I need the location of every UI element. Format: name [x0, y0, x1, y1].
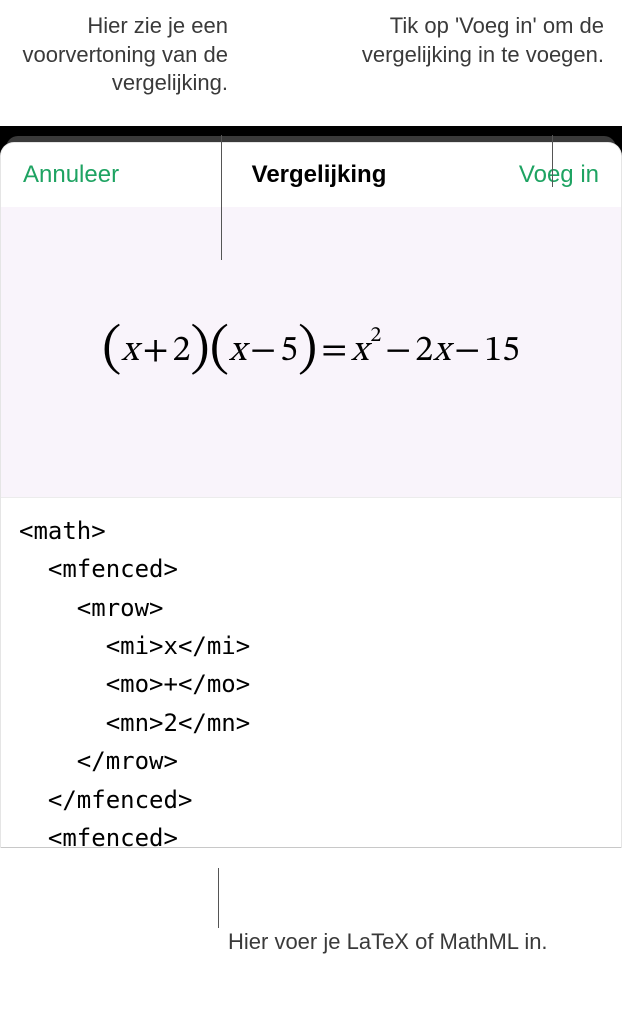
- paren-close-2: ): [298, 316, 317, 384]
- callout-line-preview: [221, 135, 222, 260]
- paren-close-1: ): [190, 316, 209, 384]
- term-x-1: x: [121, 329, 138, 374]
- equation-sheet: Annuleer Vergelijking Voeg in ( x + 2 ) …: [0, 142, 622, 848]
- equation-rendered: ( x + 2 ) ( x − 5 ) = x 2 − 2 x − 15: [102, 318, 520, 386]
- term-5: 5: [280, 329, 298, 374]
- op-minus-3: −: [454, 329, 480, 374]
- op-minus-1: −: [250, 329, 276, 374]
- paren-open-2: (: [210, 316, 229, 384]
- term-2: 2: [173, 329, 191, 374]
- op-plus: +: [143, 329, 169, 374]
- callout-input: Hier voer je LaTeX of MathML in.: [228, 928, 548, 957]
- paren-open-1: (: [102, 316, 121, 384]
- term-x-2: x: [229, 329, 246, 374]
- term-x-4: x: [433, 329, 450, 374]
- sheet-title: Vergelijking: [252, 161, 387, 189]
- callout-line-insert: [552, 135, 553, 187]
- cancel-button[interactable]: Annuleer: [23, 161, 119, 189]
- exponent-2: 2: [370, 322, 381, 350]
- device-frame: Annuleer Vergelijking Voeg in ( x + 2 ) …: [0, 126, 622, 848]
- callout-line-input: [218, 868, 219, 928]
- op-minus-2: −: [385, 329, 411, 374]
- callout-insert: Tik op 'Voeg in' om de vergelijking in t…: [324, 12, 604, 98]
- term-15: 15: [484, 329, 520, 374]
- op-equals: =: [321, 329, 347, 374]
- coef-2: 2: [415, 329, 433, 374]
- insert-button[interactable]: Voeg in: [519, 161, 599, 189]
- code-input[interactable]: <math> <mfenced> <mrow> <mi>x</mi> <mo>+…: [1, 497, 621, 847]
- divider: [1, 847, 621, 848]
- term-x-3: x: [351, 329, 368, 374]
- sheet-header: Annuleer Vergelijking Voeg in: [1, 143, 621, 207]
- equation-preview: ( x + 2 ) ( x − 5 ) = x 2 − 2 x − 15: [1, 207, 621, 497]
- callout-preview: Hier zie je een voorvertoning van de ver…: [18, 12, 228, 98]
